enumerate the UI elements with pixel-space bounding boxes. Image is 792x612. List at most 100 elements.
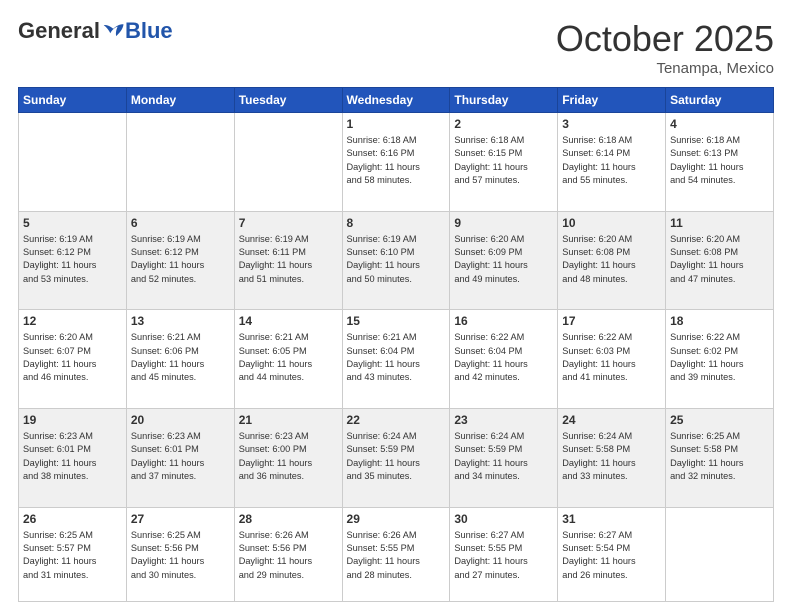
- calendar-cell: 19Sunrise: 6:23 AM Sunset: 6:01 PM Dayli…: [19, 409, 127, 508]
- cell-sun-info: Sunrise: 6:27 AM Sunset: 5:55 PM Dayligh…: [454, 529, 553, 582]
- cell-day-number: 6: [131, 216, 230, 230]
- calendar-cell: 16Sunrise: 6:22 AM Sunset: 6:04 PM Dayli…: [450, 310, 558, 409]
- cell-day-number: 3: [562, 117, 661, 131]
- cell-day-number: 22: [347, 413, 446, 427]
- calendar-cell: 18 Sunrise: 6:22 AM Sunset: 6:02 PM Dayli…: [666, 310, 774, 409]
- cell-sun-info: Sunrise: 6:20 AM Sunset: 6:09 PM Dayligh…: [454, 233, 553, 286]
- cell-sun-info: Sunrise: 6:26 AM Sunset: 5:56 PM Dayligh…: [239, 529, 338, 582]
- cell-sun-info: Sunrise: 6:27 AM Sunset: 5:54 PM Dayligh…: [562, 529, 661, 582]
- cell-day-number: 31: [562, 512, 661, 526]
- calendar-week-row: 19Sunrise: 6:23 AM Sunset: 6:01 PM Dayli…: [19, 409, 774, 508]
- cell-sun-info: Sunrise: 6:22 AM Sunset: 6:02 PM Dayligh…: [670, 331, 769, 384]
- day-header-friday: Friday: [558, 88, 666, 113]
- cell-sun-info: Sunrise: 6:23 AM Sunset: 6:00 PM Dayligh…: [239, 430, 338, 483]
- day-header-monday: Monday: [126, 88, 234, 113]
- calendar: SundayMondayTuesdayWednesdayThursdayFrid…: [18, 87, 774, 602]
- calendar-cell: 11Sunrise: 6:20 AM Sunset: 6:08 PM Dayli…: [666, 211, 774, 310]
- calendar-cell: 23Sunrise: 6:24 AM Sunset: 5:59 PM Dayli…: [450, 409, 558, 508]
- calendar-cell: 15Sunrise: 6:21 AM Sunset: 6:04 PM Dayli…: [342, 310, 450, 409]
- cell-day-number: 1: [347, 117, 446, 131]
- cell-sun-info: Sunrise: 6:22 AM Sunset: 6:03 PM Dayligh…: [562, 331, 661, 384]
- cell-sun-info: Sunrise: 6:23 AM Sunset: 6:01 PM Dayligh…: [23, 430, 122, 483]
- cell-sun-info: Sunrise: 6:21 AM Sunset: 6:04 PM Dayligh…: [347, 331, 446, 384]
- calendar-cell: 8 Sunrise: 6:19 AM Sunset: 6:10 PM Daylig…: [342, 211, 450, 310]
- cell-day-number: 13: [131, 314, 230, 328]
- calendar-cell: 3Sunrise: 6:18 AM Sunset: 6:14 PM Daylig…: [558, 113, 666, 212]
- cell-sun-info: Sunrise: 6:20 AM Sunset: 6:08 PM Dayligh…: [562, 233, 661, 286]
- cell-day-number: 4: [670, 117, 769, 131]
- cell-sun-info: Sunrise: 6:19 AM Sunset: 6:10 PM Dayligh…: [347, 233, 446, 286]
- cell-day-number: 29: [347, 512, 446, 526]
- day-header-sunday: Sunday: [19, 88, 127, 113]
- calendar-week-row: 5 Sunrise: 6:19 AM Sunset: 6:12 PM Daylig…: [19, 211, 774, 310]
- cell-day-number: 5: [23, 216, 122, 230]
- day-header-thursday: Thursday: [450, 88, 558, 113]
- cell-day-number: 30: [454, 512, 553, 526]
- calendar-cell: [19, 113, 127, 212]
- cell-day-number: 28: [239, 512, 338, 526]
- cell-day-number: 12: [23, 314, 122, 328]
- cell-sun-info: Sunrise: 6:25 AM Sunset: 5:58 PM Dayligh…: [670, 430, 769, 483]
- cell-sun-info: Sunrise: 6:25 AM Sunset: 5:56 PM Dayligh…: [131, 529, 230, 582]
- calendar-cell: 21 Sunrise: 6:23 AM Sunset: 6:00 PM Dayli…: [234, 409, 342, 508]
- cell-day-number: 27: [131, 512, 230, 526]
- day-header-saturday: Saturday: [666, 88, 774, 113]
- calendar-cell: 17 Sunrise: 6:22 AM Sunset: 6:03 PM Dayli…: [558, 310, 666, 409]
- cell-day-number: 18: [670, 314, 769, 328]
- cell-sun-info: Sunrise: 6:21 AM Sunset: 6:05 PM Dayligh…: [239, 331, 338, 384]
- calendar-cell: 13 Sunrise: 6:21 AM Sunset: 6:06 PM Dayli…: [126, 310, 234, 409]
- day-header-tuesday: Tuesday: [234, 88, 342, 113]
- calendar-cell: 29 Sunrise: 6:26 AM Sunset: 5:55 PM Dayli…: [342, 507, 450, 601]
- cell-day-number: 21: [239, 413, 338, 427]
- cell-day-number: 20: [131, 413, 230, 427]
- location: Tenampa, Mexico: [556, 60, 774, 77]
- cell-sun-info: Sunrise: 6:19 AM Sunset: 6:11 PM Dayligh…: [239, 233, 338, 286]
- cell-day-number: 11: [670, 216, 769, 230]
- calendar-cell: 7Sunrise: 6:19 AM Sunset: 6:11 PM Daylig…: [234, 211, 342, 310]
- day-header-wednesday: Wednesday: [342, 88, 450, 113]
- cell-day-number: 2: [454, 117, 553, 131]
- cell-day-number: 14: [239, 314, 338, 328]
- cell-day-number: 9: [454, 216, 553, 230]
- logo: General Blue: [18, 18, 173, 44]
- logo-bird-icon: [103, 22, 125, 40]
- logo-text: General Blue: [18, 18, 173, 44]
- calendar-cell: 20 Sunrise: 6:23 AM Sunset: 6:01 PM Dayli…: [126, 409, 234, 508]
- calendar-cell: 5 Sunrise: 6:19 AM Sunset: 6:12 PM Daylig…: [19, 211, 127, 310]
- cell-sun-info: Sunrise: 6:24 AM Sunset: 5:58 PM Dayligh…: [562, 430, 661, 483]
- calendar-cell: [234, 113, 342, 212]
- calendar-week-row: 1 Sunrise: 6:18 AM Sunset: 6:16 PM Daylig…: [19, 113, 774, 212]
- calendar-cell: 2 Sunrise: 6:18 AM Sunset: 6:15 PM Daylig…: [450, 113, 558, 212]
- cell-sun-info: Sunrise: 6:24 AM Sunset: 5:59 PM Dayligh…: [347, 430, 446, 483]
- cell-sun-info: Sunrise: 6:18 AM Sunset: 6:13 PM Dayligh…: [670, 134, 769, 187]
- page: General Blue October 2025 Tenampa, Mexic…: [0, 0, 792, 612]
- header: General Blue October 2025 Tenampa, Mexic…: [18, 18, 774, 77]
- cell-sun-info: Sunrise: 6:18 AM Sunset: 6:15 PM Dayligh…: [454, 134, 553, 187]
- calendar-header-row: SundayMondayTuesdayWednesdayThursdayFrid…: [19, 88, 774, 113]
- cell-day-number: 17: [562, 314, 661, 328]
- calendar-week-row: 12Sunrise: 6:20 AM Sunset: 6:07 PM Dayli…: [19, 310, 774, 409]
- calendar-cell: [666, 507, 774, 601]
- logo-blue: Blue: [125, 18, 173, 44]
- cell-sun-info: Sunrise: 6:21 AM Sunset: 6:06 PM Dayligh…: [131, 331, 230, 384]
- calendar-cell: 31 Sunrise: 6:27 AM Sunset: 5:54 PM Dayli…: [558, 507, 666, 601]
- calendar-cell: 10Sunrise: 6:20 AM Sunset: 6:08 PM Dayli…: [558, 211, 666, 310]
- cell-day-number: 24: [562, 413, 661, 427]
- cell-sun-info: Sunrise: 6:19 AM Sunset: 6:12 PM Dayligh…: [131, 233, 230, 286]
- cell-day-number: 16: [454, 314, 553, 328]
- cell-sun-info: Sunrise: 6:26 AM Sunset: 5:55 PM Dayligh…: [347, 529, 446, 582]
- cell-day-number: 23: [454, 413, 553, 427]
- calendar-cell: 26 Sunrise: 6:25 AM Sunset: 5:57 PM Dayli…: [19, 507, 127, 601]
- cell-day-number: 25: [670, 413, 769, 427]
- cell-sun-info: Sunrise: 6:23 AM Sunset: 6:01 PM Dayligh…: [131, 430, 230, 483]
- cell-day-number: 26: [23, 512, 122, 526]
- cell-day-number: 8: [347, 216, 446, 230]
- cell-sun-info: Sunrise: 6:25 AM Sunset: 5:57 PM Dayligh…: [23, 529, 122, 582]
- calendar-week-row: 26 Sunrise: 6:25 AM Sunset: 5:57 PM Dayli…: [19, 507, 774, 601]
- calendar-cell: 14 Sunrise: 6:21 AM Sunset: 6:05 PM Dayli…: [234, 310, 342, 409]
- calendar-cell: 4 Sunrise: 6:18 AM Sunset: 6:13 PM Daylig…: [666, 113, 774, 212]
- title-block: October 2025 Tenampa, Mexico: [556, 18, 774, 77]
- cell-sun-info: Sunrise: 6:19 AM Sunset: 6:12 PM Dayligh…: [23, 233, 122, 286]
- calendar-cell: 30 Sunrise: 6:27 AM Sunset: 5:55 PM Dayli…: [450, 507, 558, 601]
- cell-sun-info: Sunrise: 6:18 AM Sunset: 6:16 PM Dayligh…: [347, 134, 446, 187]
